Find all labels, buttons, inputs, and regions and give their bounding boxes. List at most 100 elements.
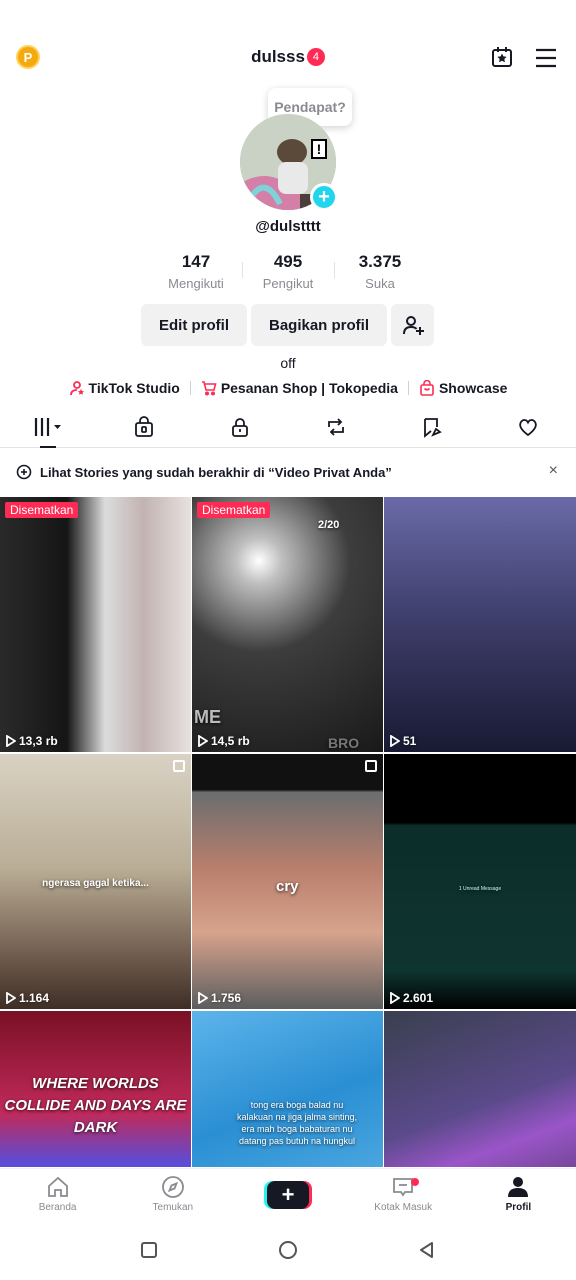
- recents-icon[interactable]: [140, 1241, 158, 1259]
- inbox-icon-wrap: [391, 1175, 420, 1199]
- nav-label: Temukan: [152, 1202, 194, 1213]
- tab-private[interactable]: [192, 406, 288, 447]
- banner-text: Lihat Stories yang sudah berakhir di “Vi…: [40, 464, 392, 480]
- shop-orders-link[interactable]: Pesanan Shop | Tokopedia: [201, 380, 398, 396]
- view-count-value: 51: [403, 734, 417, 748]
- video-thumbnail[interactable]: WHERE WORLDS COLLIDE AND DAYS ARE DARK: [0, 1011, 191, 1167]
- nav-create[interactable]: +: [230, 1169, 345, 1220]
- share-profile-button[interactable]: Bagikan profil: [251, 304, 387, 346]
- video-thumbnail[interactable]: cry 1.756: [192, 754, 383, 1009]
- thumbnail-caption: cry: [276, 878, 299, 895]
- video-thumbnail[interactable]: Disematkan 2/20 ME BRO 14,5 rb: [192, 497, 383, 752]
- tab-reposts[interactable]: [288, 406, 384, 447]
- stat-value: 495: [273, 252, 303, 271]
- shopping-bag-icon: [420, 380, 434, 396]
- heart-icon: [519, 418, 537, 436]
- pinned-badge: Disematkan: [5, 502, 79, 518]
- showcase-link[interactable]: Showcase: [419, 380, 507, 396]
- video-thumbnail[interactable]: [384, 1011, 576, 1167]
- create-button: +: [267, 1181, 309, 1209]
- edit-profile-button[interactable]: Edit profil: [141, 304, 247, 346]
- profile-bio: off: [280, 355, 296, 371]
- nav-inbox[interactable]: Kotak Masuk: [346, 1169, 461, 1220]
- close-icon[interactable]: ×: [549, 462, 558, 480]
- cart-icon: [201, 381, 217, 396]
- shop-label: Pesanan Shop | Tokopedia: [220, 380, 398, 396]
- link-divider: [189, 381, 191, 395]
- tab-shop[interactable]: [96, 406, 192, 447]
- unread-dot: [411, 1178, 420, 1186]
- stories-banner[interactable]: Lihat Stories yang sudah berakhir di “Vi…: [0, 458, 576, 486]
- back-icon[interactable]: [418, 1241, 436, 1259]
- video-thumbnail[interactable]: 51: [384, 497, 576, 752]
- tab-liked[interactable]: [480, 406, 576, 447]
- nav-profile[interactable]: Profil: [461, 1169, 576, 1220]
- stat-following[interactable]: 147 Mengikuti: [150, 252, 242, 291]
- top-bar: P dulsss 4: [0, 0, 576, 90]
- studio-label: TikTok Studio: [88, 380, 180, 396]
- nav-home[interactable]: Beranda: [0, 1169, 115, 1220]
- stat-label: Mengikuti: [168, 276, 224, 291]
- view-count: 14,5 rb: [198, 734, 250, 748]
- nav-label: Profil: [505, 1202, 532, 1213]
- lock-icon: [232, 417, 248, 437]
- add-story-button[interactable]: +: [310, 183, 338, 211]
- username: dulsss: [251, 47, 305, 66]
- video-thumbnail[interactable]: tong era boga balad nu kalakuan na jiga …: [192, 1011, 383, 1167]
- notification-badge: 4: [306, 48, 325, 66]
- tiktok-studio-link[interactable]: TikTok Studio: [69, 380, 180, 396]
- tab-videos[interactable]: [0, 406, 96, 448]
- video-grid: Disematkan 13,3 rb Disematkan 2/20 ME BR…: [0, 497, 576, 1167]
- play-icon: [198, 735, 208, 747]
- stat-label: Pengikut: [262, 276, 314, 291]
- system-navigation: [0, 1220, 576, 1280]
- stat-value: 3.375: [358, 252, 402, 271]
- view-count: 2.601: [390, 991, 433, 1005]
- view-count-value: 14,5 rb: [211, 734, 250, 748]
- video-thumbnail[interactable]: Disematkan 13,3 rb: [0, 497, 191, 752]
- thumbnail-caption: WHERE WORLDS COLLIDE AND DAYS ARE DARK: [4, 1075, 187, 1136]
- nav-discover[interactable]: Temukan: [115, 1169, 230, 1220]
- home-circle-icon[interactable]: [278, 1240, 298, 1260]
- profile-tabs: [0, 406, 576, 448]
- story-add-icon: [16, 464, 32, 480]
- play-icon: [390, 992, 400, 1004]
- tab-favorites[interactable]: [384, 406, 480, 447]
- stat-label: Suka: [365, 276, 395, 291]
- locked-bag-icon: [135, 415, 153, 437]
- svg-text:!: !: [317, 141, 322, 157]
- bookmark-icon: [424, 417, 442, 438]
- showcase-label: Showcase: [438, 380, 508, 396]
- view-count: 1.164: [6, 991, 49, 1005]
- video-thumbnail[interactable]: ngerasa gagal ketika... 1.164: [0, 754, 191, 1009]
- calendar-star-icon[interactable]: [490, 45, 514, 69]
- add-friend-button[interactable]: [391, 304, 434, 346]
- view-count-value: 1.756: [211, 991, 242, 1005]
- thumbnail-overlay-text: ME: [194, 707, 221, 727]
- repost-icon: [328, 417, 344, 436]
- play-icon: [390, 735, 400, 747]
- video-thumbnail[interactable]: 1 Unread Message 2.601: [384, 754, 576, 1009]
- thumbnail-caption: ngerasa gagal ketika...: [42, 878, 149, 889]
- stat-likes[interactable]: 3.375 Suka: [334, 252, 426, 291]
- profile-stats: 147 Mengikuti 495 Pengikut 3.375 Suka: [150, 252, 426, 291]
- nav-label: Beranda: [38, 1202, 77, 1213]
- stat-value: 147: [181, 252, 211, 271]
- play-icon: [6, 992, 16, 1004]
- thumbnail-overlay-text: BRO: [328, 735, 360, 751]
- profile-links: TikTok Studio Pesanan Shop | Tokopedia S…: [0, 380, 576, 396]
- home-icon: [47, 1176, 68, 1197]
- view-count-value: 2.601: [403, 991, 434, 1005]
- view-count-value: 13,3 rb: [19, 734, 58, 748]
- view-count: 1.756: [198, 991, 241, 1005]
- stat-followers[interactable]: 495 Pengikut: [242, 252, 334, 291]
- pinned-badge: Disematkan: [197, 502, 271, 518]
- play-icon: [198, 992, 208, 1004]
- hamburger-menu-icon[interactable]: [534, 47, 558, 69]
- view-count: 13,3 rb: [6, 734, 58, 748]
- play-icon: [6, 735, 16, 747]
- grid-filter-icon: [34, 417, 61, 436]
- view-count: 51: [390, 734, 416, 748]
- nav-label: Kotak Masuk: [374, 1202, 433, 1213]
- user-handle: @dulstttt: [255, 218, 321, 235]
